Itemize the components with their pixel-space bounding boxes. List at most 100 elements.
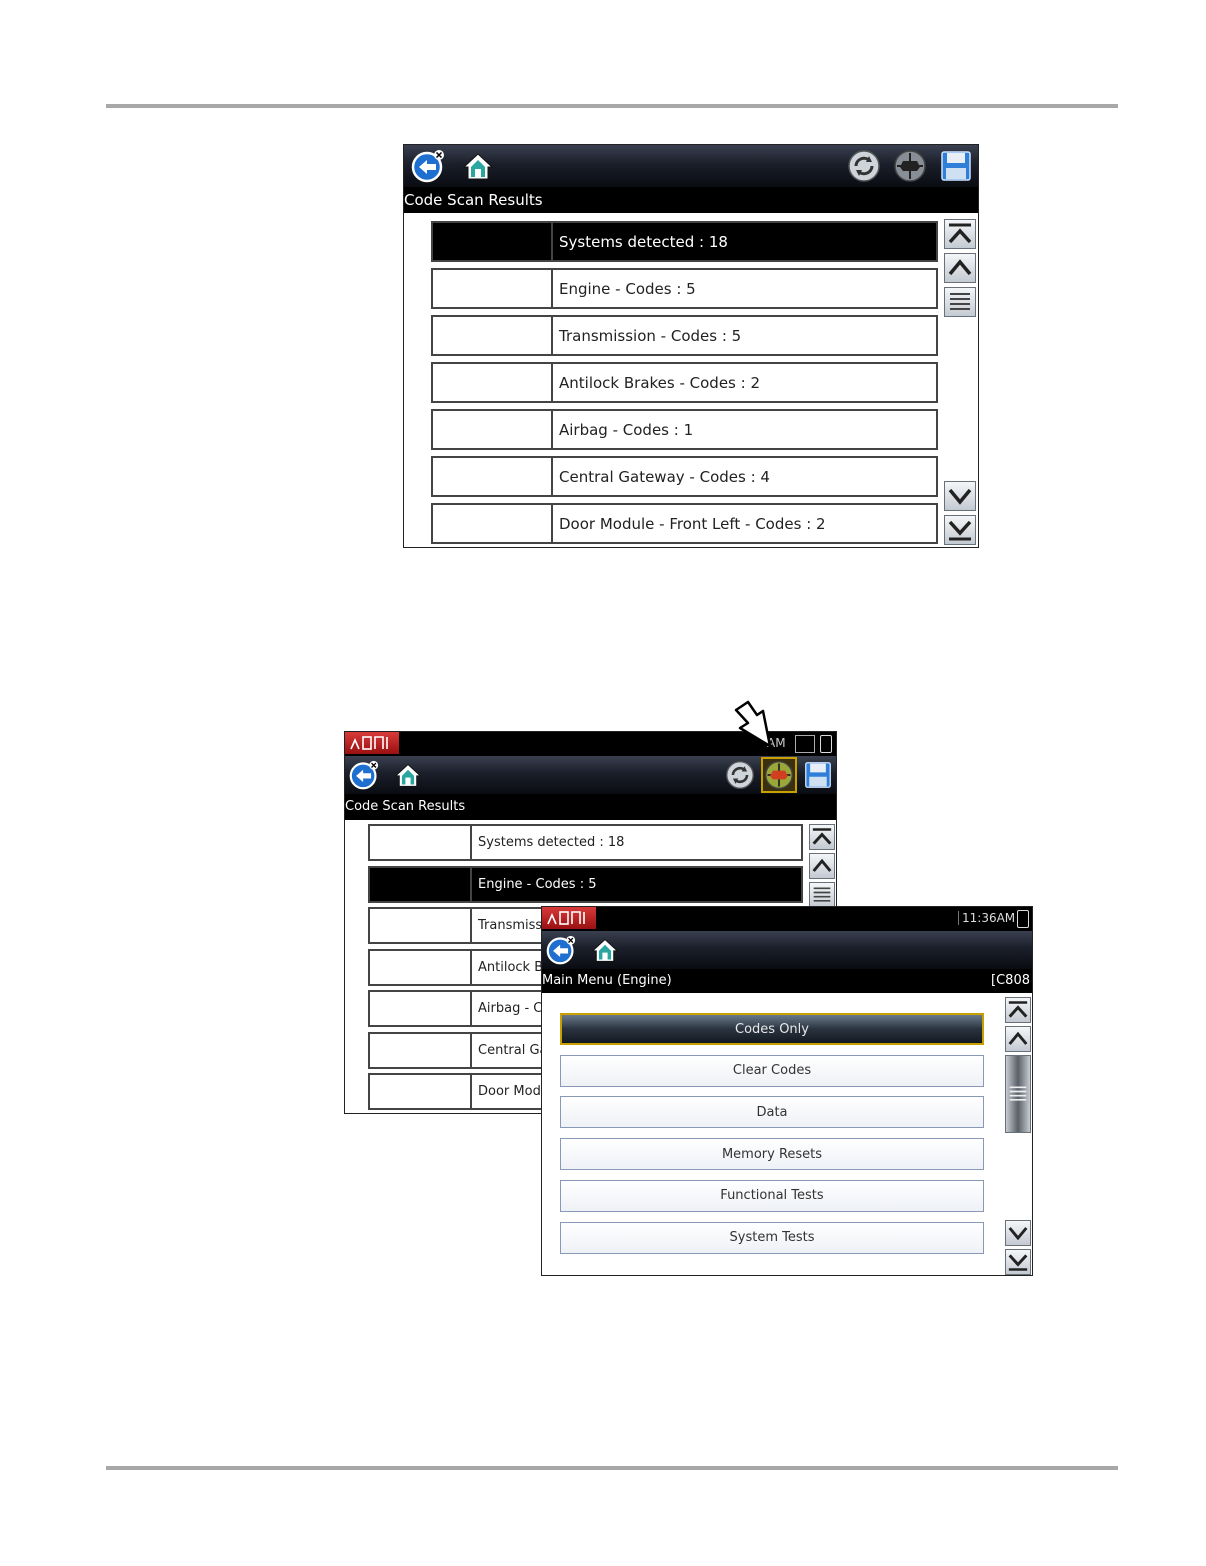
row-left-cell [368,865,472,903]
vehicle-systems-icon [894,150,926,182]
double-chevron-up-icon [1008,1001,1028,1018]
network-icon [795,735,815,753]
row-label: Systems detected : 18 [553,221,938,262]
row-left-cell [368,948,472,986]
back-button[interactable] [408,147,448,185]
vehicle-code: [C808 [991,973,1030,988]
back-arrow-icon [411,150,444,183]
scroll-down-button[interactable] [1005,1220,1031,1246]
table-row[interactable]: Antilock Brakes - Codes : 2 [431,362,938,403]
row-label: Antilock Brakes - Codes : 2 [553,362,938,403]
refresh-button[interactable] [844,147,884,185]
status-time: 11:36AM [958,911,1015,925]
menu-item-button[interactable]: System Tests [560,1221,984,1254]
status-logo-icon [345,732,399,754]
footer-rule [106,1466,1118,1470]
save-icon [941,151,971,181]
scroll-top-button[interactable] [944,219,976,249]
table-row[interactable]: Systems detected : 18 [431,221,938,262]
menu-item-button[interactable]: Memory Resets [560,1138,984,1171]
back-button[interactable] [544,933,578,967]
table-row[interactable]: Transmission - Codes : 5 [431,315,938,356]
scroll-thumb[interactable] [809,882,835,908]
refresh-icon [848,150,880,182]
refresh-icon [726,761,754,789]
scroll-bottom-button[interactable] [1005,1249,1031,1275]
scroll-up-button[interactable] [809,853,835,879]
status-bar: 11:36AM [542,907,1032,931]
back-arrow-icon [349,760,379,790]
double-chevron-down-icon [1008,1254,1028,1271]
scrollbar[interactable] [1004,997,1032,1275]
code-scan-results-screen: Code Scan Results Systems detected : 18 E… [403,144,979,548]
row-label: Central Gateway - Codes : 4 [553,456,938,497]
row-left-cell [431,456,553,497]
table-row[interactable]: Engine - Codes : 5 [431,268,938,309]
home-icon [394,764,422,787]
scroll-top-button[interactable] [809,824,835,850]
home-icon [462,153,494,180]
home-button[interactable] [588,933,622,967]
back-arrow-icon [546,935,576,965]
table-row[interactable]: Central Gateway - Codes : 4 [431,456,938,497]
row-left-cell [431,362,553,403]
row-label: Engine - Codes : 5 [553,268,938,309]
double-chevron-up-icon [948,223,972,244]
chevron-up-icon [1008,1031,1028,1045]
screen-title: Code Scan Results [404,187,978,213]
row-left-cell [431,315,553,356]
home-button[interactable] [391,758,425,792]
row-left-cell [431,268,553,309]
back-button[interactable] [347,758,381,792]
battery-icon [820,735,832,753]
table-row[interactable]: Systems detected : 18 [368,824,803,861]
grip-lines-icon [813,887,831,902]
menu-item-button[interactable]: Data [560,1096,984,1129]
row-left-cell [431,409,553,450]
toolbar [404,145,978,187]
double-chevron-up-icon [812,828,832,845]
menu-item-button[interactable]: Codes Only [560,1013,984,1045]
save-button[interactable] [936,147,976,185]
menu-item-button[interactable]: Functional Tests [560,1179,984,1212]
system-navigate-button[interactable] [890,147,930,185]
pointer-arrow-icon [734,700,772,748]
scroll-up-button[interactable] [1005,1026,1031,1052]
scroll-thumb[interactable] [944,287,976,317]
scrollbar[interactable] [943,219,977,545]
system-navigate-button-highlighted[interactable] [761,757,797,793]
grip-lines-icon [950,293,970,310]
home-button[interactable] [458,147,498,185]
scroll-up-button[interactable] [944,253,976,283]
row-left-cell [368,824,472,861]
row-left-cell [368,1031,472,1069]
toolbar [542,931,1032,969]
row-left-cell [368,907,472,944]
row-left-cell [368,990,472,1027]
chevron-up-icon [948,259,972,276]
save-button[interactable] [801,758,835,792]
table-row[interactable]: Airbag - Codes : 1 [431,409,938,450]
row-label: Systems detected : 18 [472,824,803,861]
row-label: Door Module - Front Left - Codes : 2 [553,503,938,544]
header-rule [106,104,1118,108]
table-row[interactable]: Door Module - Front Left - Codes : 2 [431,503,938,544]
chevron-down-icon [1008,1227,1028,1241]
menu-item-button[interactable]: Clear Codes [560,1054,984,1087]
scrollbar[interactable] [808,824,836,914]
row-left-cell [368,1073,472,1110]
battery-icon [1017,910,1029,928]
scroll-thumb[interactable] [1005,1055,1031,1133]
table-row[interactable]: Engine - Codes : 5 [368,865,803,903]
toolbar [345,756,836,794]
main-menu-engine-screen: 11:36AM Main Menu (Engine) [C808 Codes O… [541,906,1033,1276]
scroll-top-button[interactable] [1005,997,1031,1023]
grip-lines-icon [1009,1086,1027,1101]
home-icon [591,939,619,962]
double-chevron-down-icon [948,520,972,541]
row-left-cell [431,221,553,262]
screen-title: Code Scan Results [345,794,836,820]
scroll-bottom-button[interactable] [944,515,976,545]
refresh-button[interactable] [723,758,757,792]
scroll-down-button[interactable] [944,481,976,511]
